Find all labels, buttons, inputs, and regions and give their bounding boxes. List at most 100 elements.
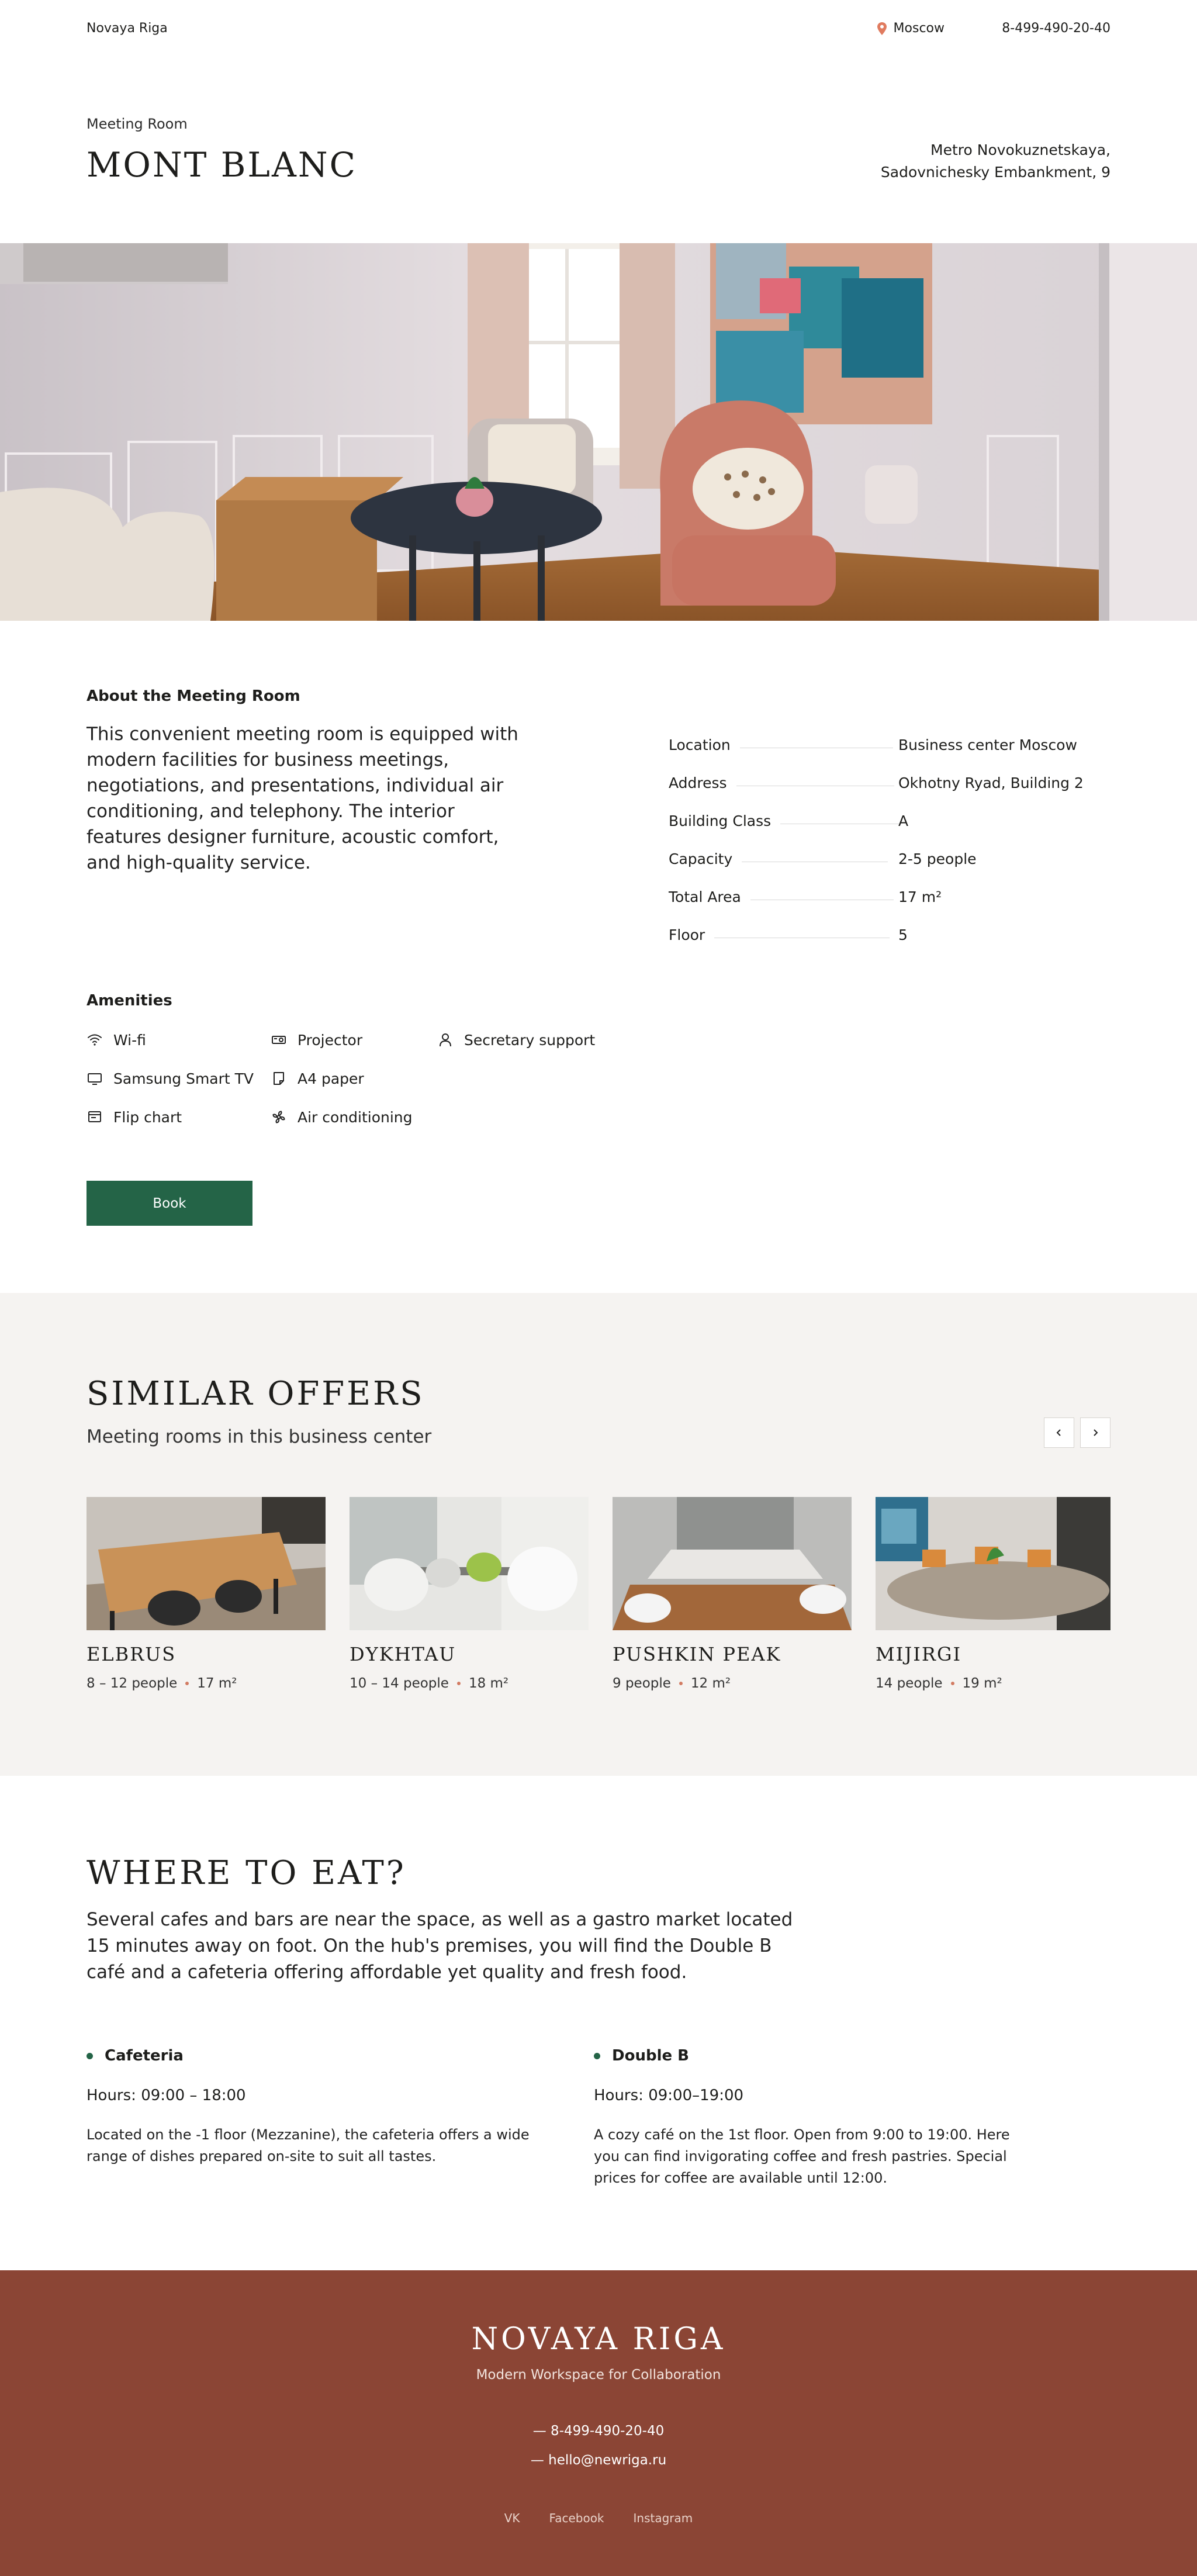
place-name: Cafeteria	[105, 2047, 184, 2065]
spec-value: Okhotny Ryad, Building 2	[898, 774, 1084, 791]
offer-capacity: 8 – 12 people	[87, 1676, 178, 1691]
amenity-projector: Projector	[271, 1029, 437, 1050]
room-overline: Meeting Room	[87, 116, 188, 132]
eat-title: WHERE TO EAT?	[87, 1854, 406, 1892]
offer-meta: 8 – 12 people 17 m²	[87, 1676, 326, 1691]
embankment-line: Sadovnichesky Embankment, 9	[880, 164, 1110, 181]
about-section: About the Meeting Room This convenient m…	[87, 687, 1110, 943]
spec-row-capacity: Capacity 2-5 people	[669, 840, 1110, 878]
city-selector[interactable]: Moscow	[877, 21, 945, 36]
chevron-right-icon	[1094, 1429, 1098, 1436]
spec-label: Address	[669, 774, 727, 791]
hero-photo	[0, 243, 1197, 621]
offer-meta: 9 people 12 m²	[613, 1676, 852, 1691]
about-text: This convenient meeting room is equipped…	[87, 724, 518, 873]
offer-name: PUSHKIN PEAK	[613, 1643, 781, 1665]
footer-brand: NOVAYA RIGA	[471, 2322, 726, 2357]
book-button[interactable]: Book	[87, 1181, 252, 1226]
amenity-label: A4 paper	[297, 1070, 364, 1087]
brand-link[interactable]: Novaya Riga	[87, 21, 168, 36]
spec-value: 17 m²	[898, 888, 942, 905]
offer-card[interactable]: ELBRUS 8 – 12 people 17 m²	[87, 1497, 326, 1691]
offer-capacity: 14 people	[876, 1676, 943, 1691]
header-phone-link[interactable]: 8-499-490-20-40	[1002, 21, 1110, 36]
place-hours: Hours: 09:00–19:00	[594, 2087, 744, 2104]
social-link-vk[interactable]: VK	[504, 2511, 520, 2525]
spec-row-address: Address Okhotny Ryad, Building 2	[669, 764, 1110, 802]
offer-area: 19 m²	[962, 1676, 1002, 1691]
person-icon	[440, 1033, 451, 1047]
place-heading: Double B	[594, 2047, 1038, 2065]
amenity-label: Air conditioning	[297, 1108, 413, 1126]
room-title-block: Meeting Room MONT BLANC Metro Novokuznet…	[87, 116, 1110, 185]
offer-meta: 14 people 19 m²	[876, 1676, 1110, 1691]
amenity-wifi: Wi-fi	[87, 1029, 271, 1050]
chevron-left-icon	[1056, 1429, 1061, 1436]
metro-line: Metro Novokuznetskaya,	[930, 141, 1110, 158]
city-label: Moscow	[893, 21, 945, 36]
social-link-facebook[interactable]: Facebook	[549, 2511, 604, 2525]
spec-label: Capacity	[669, 850, 733, 867]
offer-name: DYKHTAU	[350, 1643, 456, 1665]
location-pin-icon	[877, 22, 887, 35]
place-description: A cozy café on the 1st floor. Open from …	[594, 2127, 1010, 2186]
tv-icon	[88, 1073, 102, 1085]
amenity-label: Wi-fi	[113, 1031, 146, 1049]
place-name: Double B	[612, 2047, 689, 2065]
bullet-dot	[87, 2052, 93, 2059]
amenity-label: Secretary support	[464, 1031, 596, 1049]
offer-photo	[876, 1497, 1110, 1630]
amenities-heading: Amenities	[87, 992, 172, 1009]
separator-dot	[185, 1682, 189, 1685]
place-heading: Cafeteria	[87, 2047, 531, 2065]
carousel-prev-button[interactable]	[1044, 1417, 1074, 1448]
footer-phone[interactable]: — 8-499-490-20-40	[0, 2423, 1197, 2439]
spec-value: Business center Moscow	[898, 737, 1077, 753]
place-description: Located on the -1 floor (Mezzanine), the…	[87, 2127, 530, 2164]
place-double-b: Double B Hours: 09:00–19:00 A cozy café …	[594, 2047, 1038, 2189]
offer-photo	[87, 1497, 326, 1630]
social-links: VK Facebook Instagram	[0, 2511, 1197, 2525]
fan-icon	[272, 1111, 285, 1123]
separator-dot	[950, 1682, 954, 1685]
spec-value: 5	[898, 926, 908, 943]
eat-text: Several cafes and bars are near the spac…	[87, 1909, 793, 1983]
spec-row-floor: Floor 5	[669, 916, 1110, 954]
amenities-section: Amenities Wi-fi Projector Secretary supp…	[87, 992, 1110, 1128]
similar-cards: ELBRUS 8 – 12 people 17 m² DYKHTAU 10 – …	[87, 1497, 1110, 1691]
offer-photo	[350, 1497, 589, 1630]
offer-area: 18 m²	[468, 1676, 509, 1691]
spec-label: Floor	[669, 926, 705, 943]
offer-area: 17 m²	[197, 1676, 237, 1691]
offer-meta: 10 – 14 people 18 m²	[350, 1676, 589, 1691]
separator-dot	[679, 1682, 683, 1685]
amenity-label: Flip chart	[113, 1108, 182, 1126]
site-header: Novaya Riga Moscow 8-499-490-20-40	[87, 0, 1110, 58]
amenity-tv: Samsung Smart TV	[87, 1068, 271, 1089]
paper-icon	[274, 1072, 284, 1085]
room-specs: Location Business center Moscow Address …	[669, 726, 1110, 954]
wifi-icon	[88, 1034, 102, 1046]
offer-card[interactable]: DYKHTAU 10 – 14 people 18 m²	[350, 1497, 589, 1691]
carousel-controls	[1044, 1417, 1110, 1448]
offer-capacity: 10 – 14 people	[350, 1676, 449, 1691]
similar-title: SIMILAR OFFERS	[87, 1375, 425, 1413]
similar-subtitle: Meeting rooms in this business center	[87, 1426, 432, 1447]
offer-card[interactable]: MIJIRGI 14 people 19 m²	[876, 1497, 1110, 1691]
offer-area: 12 m²	[690, 1676, 731, 1691]
bullet-dot	[594, 2052, 600, 2059]
carousel-next-button[interactable]	[1080, 1417, 1110, 1448]
spec-value: 2-5 people	[898, 850, 977, 867]
amenity-air-conditioning: Air conditioning	[271, 1107, 437, 1128]
place-cafeteria: Cafeteria Hours: 09:00 – 18:00 Located o…	[87, 2047, 531, 2167]
flipchart-icon	[88, 1111, 101, 1122]
place-hours: Hours: 09:00 – 18:00	[87, 2087, 246, 2104]
spec-value: A	[898, 812, 909, 829]
spec-label: Building Class	[669, 812, 772, 829]
room-address: Metro Novokuznetskaya, Sadovnichesky Emb…	[881, 139, 1110, 184]
spec-label: Total Area	[669, 888, 741, 905]
social-link-instagram[interactable]: Instagram	[634, 2511, 693, 2525]
offer-photo	[613, 1497, 852, 1630]
footer-email[interactable]: — hello@newriga.ru	[0, 2453, 1197, 2468]
offer-card[interactable]: PUSHKIN PEAK 9 people 12 m²	[613, 1497, 852, 1691]
